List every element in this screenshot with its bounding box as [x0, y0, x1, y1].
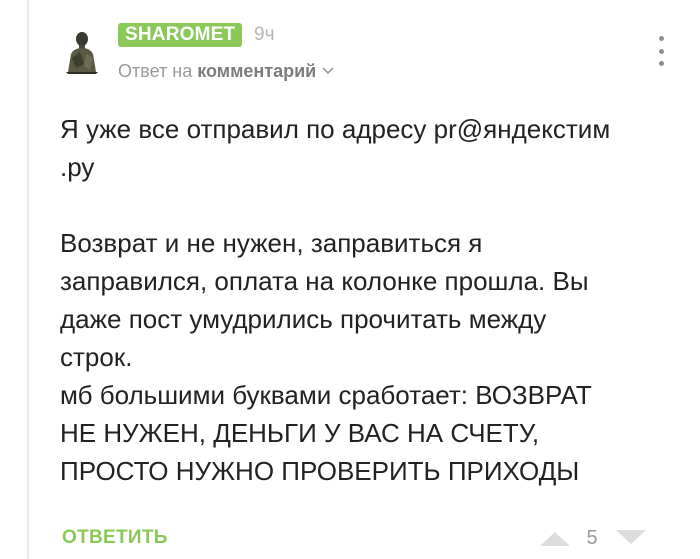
comment: SHAROMET 9ч Ответ на комментарий Я уже в… [0, 0, 700, 559]
reply-to-link[interactable]: Ответ на комментарий [118, 60, 334, 82]
chevron-down-icon [322, 67, 334, 75]
reply-button[interactable]: ОТВЕТИТЬ [62, 526, 168, 550]
reply-to-target: комментарий [197, 61, 317, 81]
arrow-down-icon[interactable] [613, 528, 649, 548]
more-options-button[interactable] [652, 36, 670, 66]
rating-value: 5 [586, 527, 598, 549]
avatar[interactable] [62, 28, 102, 74]
arrow-up-icon[interactable] [537, 528, 573, 548]
comment-time: 9ч [254, 24, 275, 45]
author-username[interactable]: SHAROMET [118, 23, 243, 47]
more-vertical-icon [658, 36, 664, 41]
comment-text: Я уже все отправил по адресу pr@яндексти… [60, 114, 611, 486]
reply-to-prefix: Ответ на [118, 61, 193, 81]
